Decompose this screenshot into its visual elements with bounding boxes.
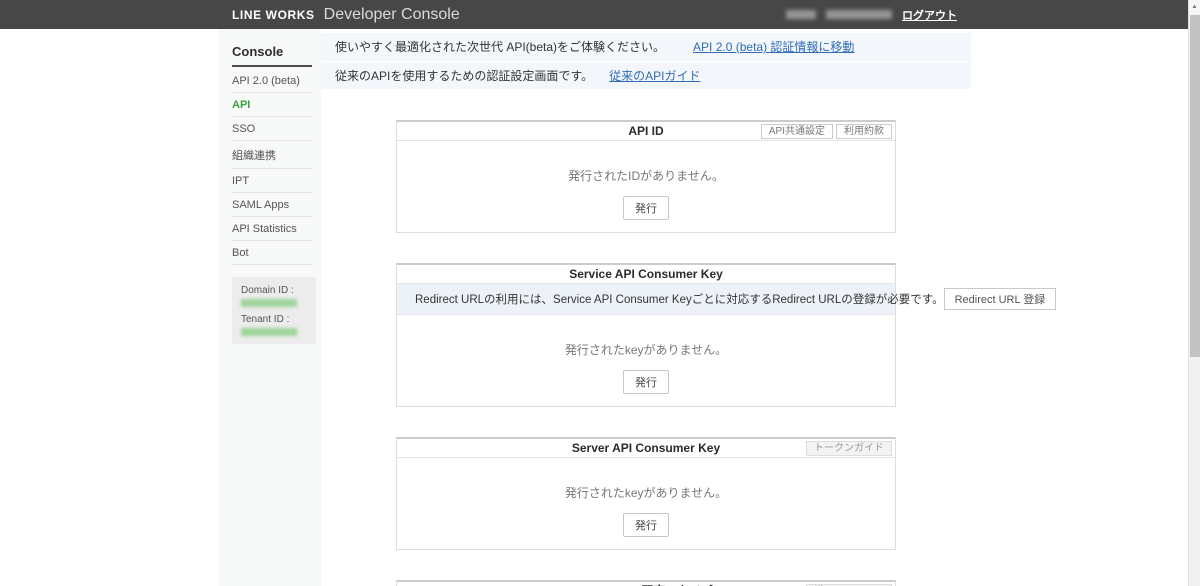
sidebar-item-sso[interactable]: SSO [232,117,312,141]
service-api-issue-button[interactable]: 発行 [623,370,669,394]
page: LINE WORKS Developer Console ログアウト Conso… [0,0,1200,586]
redacted-user-name [826,10,892,19]
redirect-url-info-row: Redirect URLの利用には、Service API Consumer K… [397,284,1057,315]
top-header: LINE WORKS Developer Console ログアウト [0,0,1200,29]
logo-brand: LINE WORKS [232,7,315,22]
scrollbar-up-arrow-icon[interactable]: ▲ [1189,0,1200,14]
sidebar-item-org-link[interactable]: 組織連携 [232,141,312,169]
notice-row-beta: 使いやすく最適化された次世代 API(beta)をご体験ください。 API 2.0… [321,33,971,61]
api-id-issue-button[interactable]: 発行 [623,196,669,220]
terms-of-use-button[interactable]: 利用約款 [836,124,892,139]
sidebar-item-api-2-0-beta[interactable]: API 2.0 (beta) [232,69,312,93]
server-api-empty-text: 発行されたkeyがありません。 [564,486,728,500]
tenant-id-value-redacted [241,328,297,336]
sidebar-title: Console [232,44,312,67]
logout-link[interactable]: ログアウト [902,7,957,23]
tenant-id-box: Domain ID : Tenant ID : [232,277,316,344]
scrollbar-thumb[interactable] [1190,15,1200,357]
page-title: Developer Console [323,5,460,23]
redirect-url-register-button[interactable]: Redirect URL 登録 [943,288,1057,310]
redacted-user-text [786,10,816,19]
legacy-api-guide-link[interactable]: 従来のAPIガイド [609,69,700,83]
section-service-api-title: Service API Consumer Key [569,267,723,281]
section-service-api-header: Service API Consumer Key [397,265,895,284]
redirect-url-info-text: Redirect URLの利用には、Service API Consumer K… [415,294,944,306]
notice-beta-text: 使いやすく最適化された次世代 API(beta)をご体験ください。 [335,40,666,54]
section-server-api-consumer-key: Server API Consumer Key トークンガイド 発行されたkey… [396,437,896,550]
app-logo: LINE WORKS Developer Console [232,0,460,29]
service-api-empty-text: 発行されたkeyがありません。 [564,343,728,357]
section-server-api-header: Server API Consumer Key トークンガイド [397,439,895,458]
section-server-api-body: 発行されたkeyがありません。 発行 [397,458,895,549]
api-common-settings-button[interactable]: API共通設定 [760,124,833,139]
vertical-scrollbar[interactable]: ▲ [1188,0,1200,586]
beta-auth-info-link[interactable]: API 2.0 (beta) 認証情報に移動 [693,40,854,54]
section-api-id-body: 発行されたIDがありません。 発行 [397,141,895,232]
tenant-id-label: Tenant ID : [241,314,290,325]
token-guide-button[interactable]: トークンガイド [806,441,892,456]
sidebar-item-saml-apps[interactable]: SAML Apps [232,193,312,217]
section-service-api-consumer-key: Service API Consumer Key Redirect URLの利用… [396,263,1057,407]
domain-id-label: Domain ID : [241,285,294,296]
section-api-id-header: API ID API共通設定 利用約款 [397,122,895,141]
sidebar-item-api-statistics[interactable]: API Statistics [232,217,312,241]
sidebar: Console API 2.0 (beta) API SSO 組織連携 IPT … [218,29,321,586]
sidebar-item-api[interactable]: API [232,93,312,117]
header-user-area: ログアウト [786,0,957,29]
notice-legacy-text: 従来のAPIを使用するための認証設定画面です。 [335,69,594,83]
section-api-id: API ID API共通設定 利用約款 発行されたIDがありません。 発行 [396,120,896,233]
notice-panel: 使いやすく最適化された次世代 API(beta)をご体験ください。 API 2.0… [321,33,971,89]
notice-row-legacy: 従来のAPIを使用するための認証設定画面です。 従来のAPIガイド [321,61,971,89]
section-server-list-header: Server List(固定IPタイプ) 満了日について [397,582,895,586]
section-server-list: Server List(固定IPタイプ) 満了日について [396,580,896,586]
sidebar-item-bot[interactable]: Bot [232,241,312,265]
server-api-issue-button[interactable]: 発行 [623,513,669,537]
main-content: 使いやすく最適化された次世代 API(beta)をご体験ください。 API 2.0… [321,29,1188,586]
api-id-empty-text: 発行されたIDがありません。 [568,169,724,183]
section-service-api-body: 発行されたkeyがありません。 発行 [397,315,895,406]
sidebar-item-ipt[interactable]: IPT [232,169,312,193]
domain-id-value-redacted [241,299,297,307]
